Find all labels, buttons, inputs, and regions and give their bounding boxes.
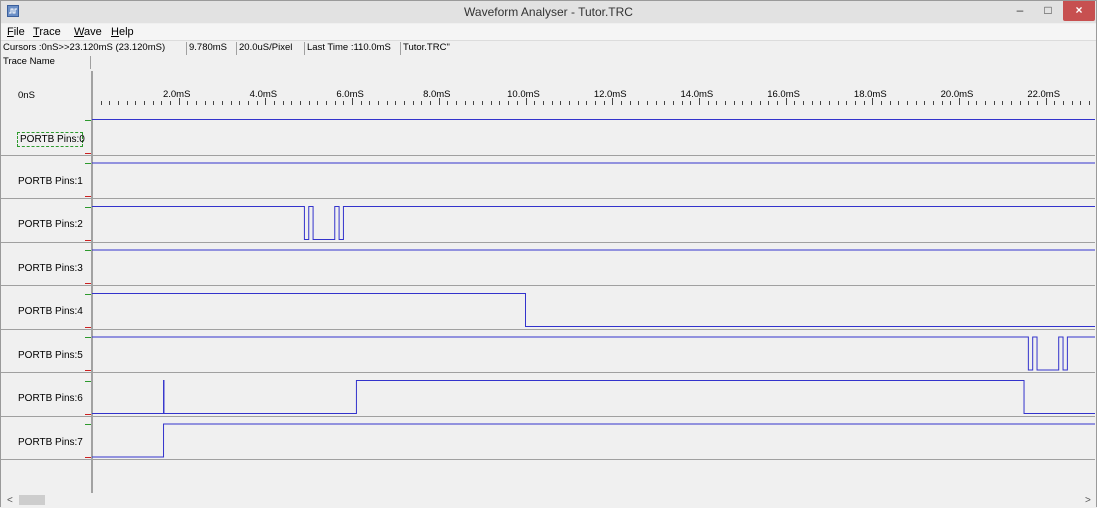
scroll-right-arrow[interactable]: > [1085,495,1097,506]
status-row: Cursors :0nS>>23.120mS (23.120mS) 9.780m… [1,42,1096,55]
resolution-readout: 20.0uS/Pixel [237,42,305,55]
zero-time-label: 0nS [18,90,35,101]
trace-label[interactable]: PORTB Pins:2 [18,219,83,230]
waveform-trace [92,423,1095,458]
last-time-readout: Last Time :110.0mS [305,42,401,55]
scroll-thumb[interactable] [19,495,45,505]
waveform-trace [92,293,1095,327]
scroll-left-arrow[interactable]: < [7,495,19,506]
delta-readout: 9.780mS [187,42,237,55]
trace-label[interactable]: PORTB Pins:5 [18,350,83,361]
file-readout: Tutor.TRC" [403,42,450,53]
waveform-trace [92,380,1095,414]
menu-file[interactable]: File [7,26,25,38]
menu-help[interactable]: Help [111,26,134,38]
trace-label[interactable]: PORTB Pins:6 [18,393,83,404]
trace-label[interactable]: PORTB Pins:1 [18,176,83,187]
title-bar[interactable]: Waveform Analyser - Tutor.TRC – □ × [1,1,1096,23]
waveform-trace [92,336,1095,371]
menu-bar: File Trace Wave Help [1,24,1096,41]
time-ruler[interactable]: 0nS [1,69,1096,109]
trace-label[interactable]: PORTB Pins:3 [18,263,83,274]
trace-header: Trace Name [1,56,1096,69]
maximize-button[interactable]: □ [1034,1,1062,21]
close-button[interactable]: × [1063,1,1095,21]
horizontal-scrollbar[interactable]: < > [1,493,1096,508]
menu-wave[interactable]: Wave [74,26,102,38]
trace-label[interactable]: PORTB Pins:0 [17,132,85,147]
waveform-analyser-window: Waveform Analyser - Tutor.TRC – □ × File… [0,0,1097,508]
trace-name-column-header[interactable]: Trace Name [3,56,91,69]
trace-label[interactable]: PORTB Pins:4 [18,306,83,317]
minimize-button[interactable]: – [1006,1,1034,21]
window-title: Waveform Analyser - Tutor.TRC [464,5,633,19]
menu-trace[interactable]: Trace [33,26,61,38]
trace-label[interactable]: PORTB Pins:7 [18,437,83,448]
cursors-readout: Cursors :0nS>>23.120mS (23.120mS) [1,42,187,55]
waveform-trace [92,206,1095,240]
